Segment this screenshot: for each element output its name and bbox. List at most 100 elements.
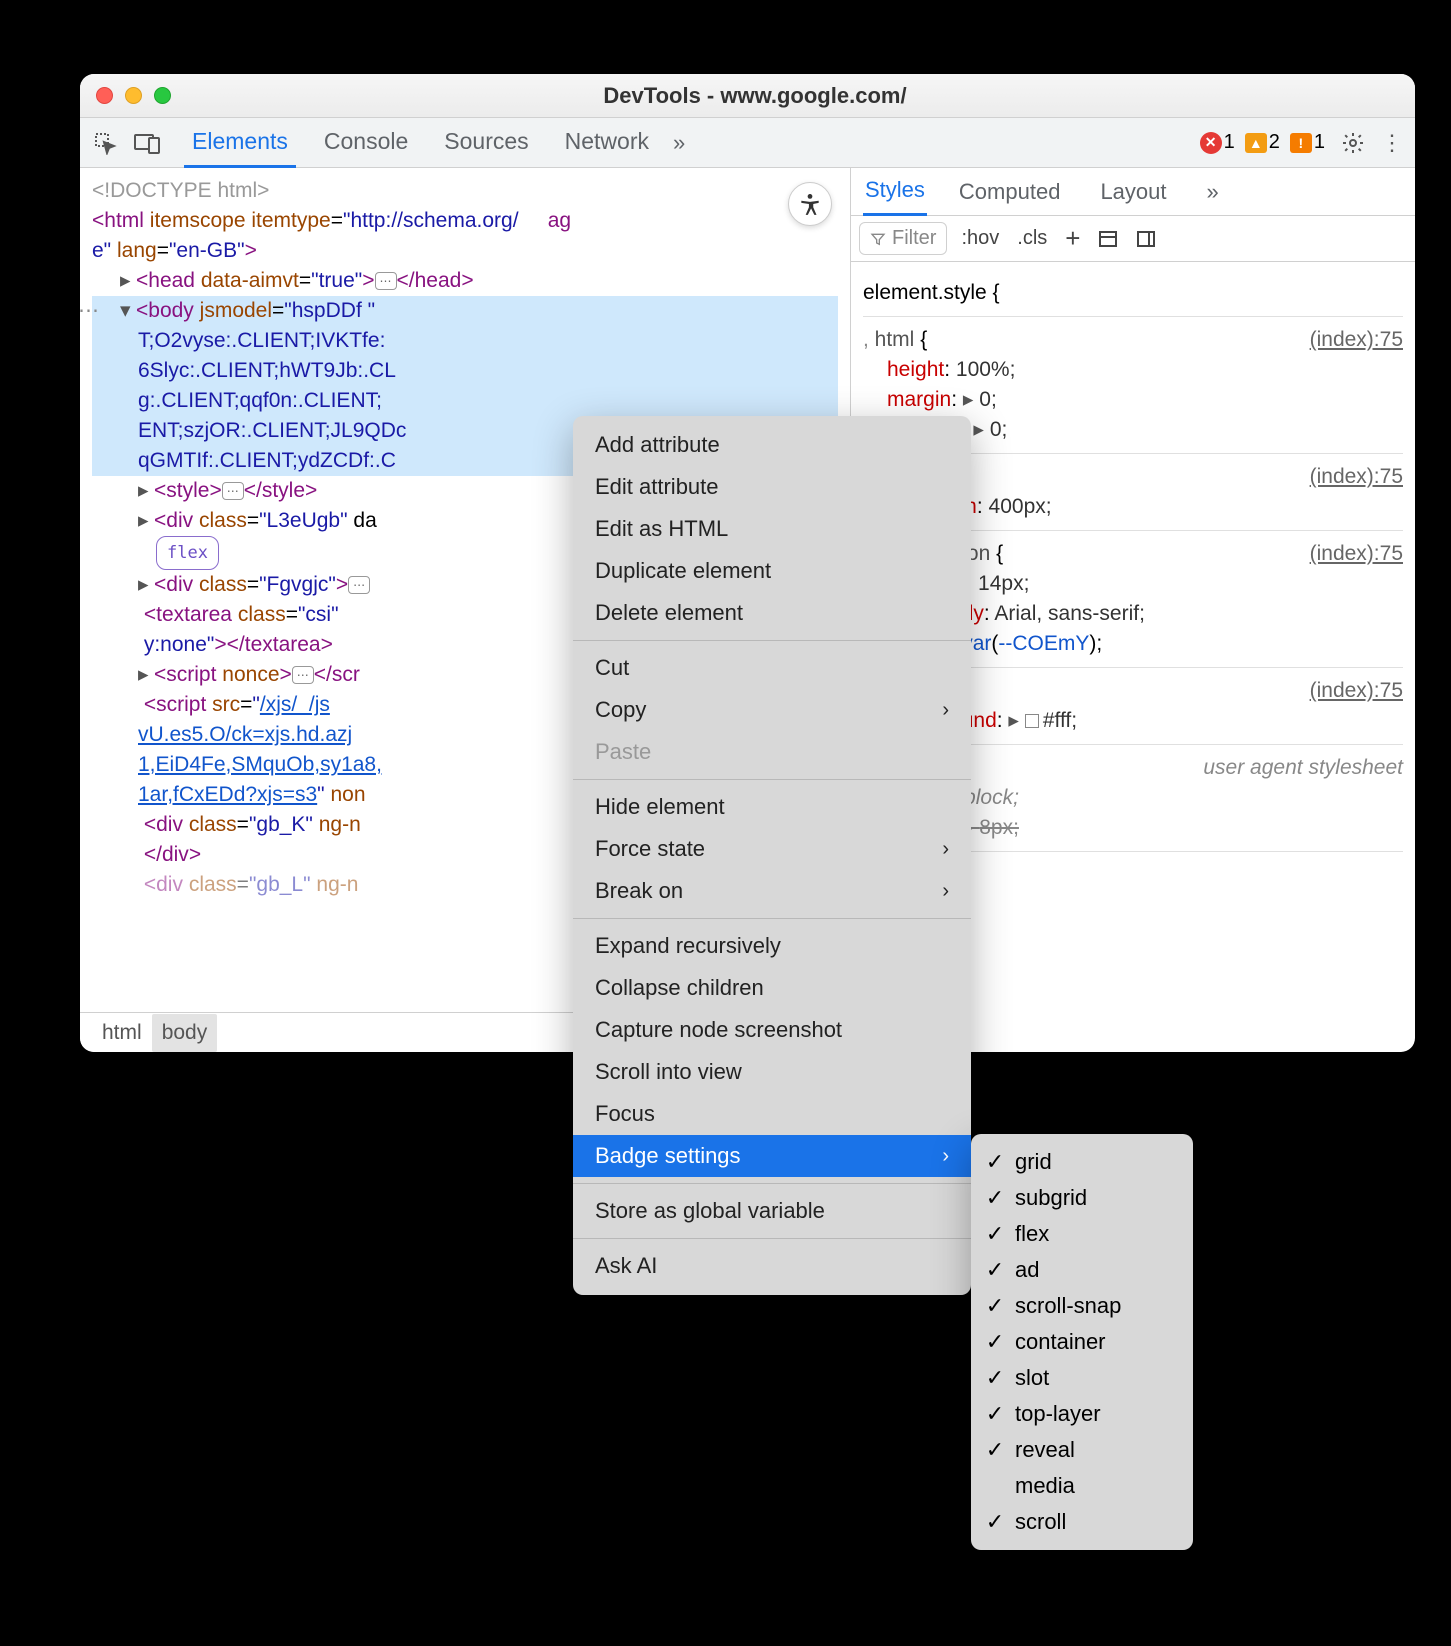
- check-icon: ✓: [985, 1509, 1005, 1535]
- errors-count: 1: [1224, 131, 1235, 154]
- filter-placeholder: Filter: [892, 227, 936, 250]
- status-badges: ✕1 ▲2 !1: [1200, 131, 1325, 154]
- window-traffic-lights: [96, 87, 171, 104]
- tab-console[interactable]: Console: [316, 118, 416, 168]
- flex-badge[interactable]: flex: [156, 536, 219, 570]
- rule-element-style[interactable]: element.style {: [863, 270, 1403, 317]
- warnings-count: 2: [1269, 131, 1280, 154]
- menu-delete-element[interactable]: Delete element: [573, 592, 971, 634]
- check-icon: ✓: [985, 1437, 1005, 1463]
- minimize-icon[interactable]: [125, 87, 142, 104]
- menu-cut[interactable]: Cut: [573, 647, 971, 689]
- main-tabs: Elements Console Sources Network: [184, 118, 657, 168]
- check-icon: ✓: [985, 1365, 1005, 1391]
- hov-button[interactable]: :hov: [957, 225, 1003, 252]
- more-styles-tabs-icon[interactable]: »: [1207, 179, 1219, 205]
- expand-ellipsis-icon[interactable]: ⋯: [375, 272, 397, 290]
- check-icon: [985, 1473, 1005, 1499]
- badge-settings-submenu: ✓grid ✓subgrid ✓flex ✓ad ✓scroll-snap ✓c…: [971, 1134, 1193, 1550]
- menu-add-attribute[interactable]: Add attribute: [573, 424, 971, 466]
- source-link[interactable]: (index):75: [1310, 539, 1403, 569]
- accessibility-icon[interactable]: [788, 182, 832, 226]
- check-icon: ✓: [985, 1293, 1005, 1319]
- tab-sources[interactable]: Sources: [436, 118, 536, 168]
- styles-filter-input[interactable]: Filter: [859, 222, 947, 255]
- menu-duplicate-element[interactable]: Duplicate element: [573, 550, 971, 592]
- submenu-reveal[interactable]: ✓reveal: [971, 1432, 1193, 1468]
- check-icon: ✓: [985, 1185, 1005, 1211]
- computed-styles-icon[interactable]: [1094, 228, 1122, 250]
- filter-icon: [870, 231, 886, 247]
- device-toggle-icon[interactable]: [130, 126, 164, 160]
- tab-network[interactable]: Network: [557, 118, 657, 168]
- html-open-2[interactable]: e" lang="en-GB">: [92, 236, 838, 266]
- menu-edit-as-html[interactable]: Edit as HTML: [573, 508, 971, 550]
- menu-scroll-into-view[interactable]: Scroll into view: [573, 1051, 971, 1093]
- warnings-badge[interactable]: ▲2: [1245, 131, 1280, 154]
- menu-capture-screenshot[interactable]: Capture node screenshot: [573, 1009, 971, 1051]
- menu-store-global[interactable]: Store as global variable: [573, 1190, 971, 1232]
- menu-focus[interactable]: Focus: [573, 1093, 971, 1135]
- menu-copy[interactable]: Copy›: [573, 689, 971, 731]
- submenu-flex[interactable]: ✓flex: [971, 1216, 1193, 1252]
- submenu-media[interactable]: media: [971, 1468, 1193, 1504]
- styles-tabs: Styles Computed Layout »: [851, 168, 1415, 216]
- styles-filter-row: Filter :hov .cls +: [851, 216, 1415, 262]
- menu-paste: Paste: [573, 731, 971, 773]
- menu-ask-ai[interactable]: Ask AI: [573, 1245, 971, 1287]
- doctype-line[interactable]: <!DOCTYPE html>: [92, 176, 838, 206]
- crumb-body[interactable]: body: [152, 1014, 218, 1052]
- toggle-sidebar-icon[interactable]: [1132, 228, 1160, 250]
- close-icon[interactable]: [96, 87, 113, 104]
- source-link[interactable]: (index):75: [1310, 325, 1403, 355]
- settings-gear-icon[interactable]: [1341, 131, 1365, 155]
- crumb-html[interactable]: html: [92, 1014, 152, 1052]
- check-icon: ✓: [985, 1221, 1005, 1247]
- menu-force-state[interactable]: Force state›: [573, 828, 971, 870]
- new-style-rule-icon[interactable]: +: [1061, 221, 1084, 256]
- check-icon: ✓: [985, 1257, 1005, 1283]
- html-open[interactable]: <html itemscope itemtype="http://schema.…: [92, 206, 838, 236]
- submenu-scroll-snap[interactable]: ✓scroll-snap: [971, 1288, 1193, 1324]
- chevron-right-icon: ›: [942, 880, 949, 903]
- menu-expand-recursively[interactable]: Expand recursively: [573, 925, 971, 967]
- menu-collapse-children[interactable]: Collapse children: [573, 967, 971, 1009]
- chevron-right-icon: ›: [942, 1145, 949, 1168]
- submenu-subgrid[interactable]: ✓subgrid: [971, 1180, 1193, 1216]
- submenu-slot[interactable]: ✓slot: [971, 1360, 1193, 1396]
- body-element-selected[interactable]: ⋯▾<body jsmodel="hspDDf ": [92, 296, 838, 326]
- menu-edit-attribute[interactable]: Edit attribute: [573, 466, 971, 508]
- check-icon: ✓: [985, 1329, 1005, 1355]
- submenu-scroll[interactable]: ✓scroll: [971, 1504, 1193, 1540]
- submenu-ad[interactable]: ✓ad: [971, 1252, 1193, 1288]
- issues-badge[interactable]: !1: [1290, 131, 1325, 154]
- submenu-container[interactable]: ✓container: [971, 1324, 1193, 1360]
- source-link[interactable]: (index):75: [1310, 676, 1403, 706]
- submenu-grid[interactable]: ✓grid: [971, 1144, 1193, 1180]
- submenu-top-layer[interactable]: ✓top-layer: [971, 1396, 1193, 1432]
- head-element[interactable]: ▸<head data-aimvt="true">⋯</head>: [92, 266, 838, 296]
- errors-badge[interactable]: ✕1: [1200, 131, 1235, 154]
- issues-count: 1: [1314, 131, 1325, 154]
- menu-badge-settings[interactable]: Badge settings›: [573, 1135, 971, 1177]
- tab-styles[interactable]: Styles: [863, 168, 927, 216]
- expand-ellipsis-icon[interactable]: ⋯: [222, 482, 244, 500]
- maximize-icon[interactable]: [154, 87, 171, 104]
- main-tab-bar: Elements Console Sources Network » ✕1 ▲2…: [80, 118, 1415, 168]
- context-menu: Add attribute Edit attribute Edit as HTM…: [573, 416, 971, 1295]
- inspect-icon[interactable]: [88, 126, 122, 160]
- tab-computed[interactable]: Computed: [951, 169, 1069, 215]
- more-menu-icon[interactable]: ⋮: [1381, 130, 1403, 156]
- more-tabs-chevron-icon[interactable]: »: [673, 130, 685, 156]
- check-icon: ✓: [985, 1149, 1005, 1175]
- menu-break-on[interactable]: Break on›: [573, 870, 971, 912]
- window-titlebar: DevTools - www.google.com/: [80, 74, 1415, 118]
- check-icon: ✓: [985, 1401, 1005, 1427]
- tab-elements[interactable]: Elements: [184, 118, 296, 168]
- menu-hide-element[interactable]: Hide element: [573, 786, 971, 828]
- chevron-right-icon: ›: [942, 838, 949, 861]
- cls-button[interactable]: .cls: [1013, 225, 1051, 252]
- tab-layout[interactable]: Layout: [1092, 169, 1174, 215]
- source-link[interactable]: (index):75: [1310, 462, 1403, 492]
- ua-label: user agent stylesheet: [1203, 753, 1403, 783]
